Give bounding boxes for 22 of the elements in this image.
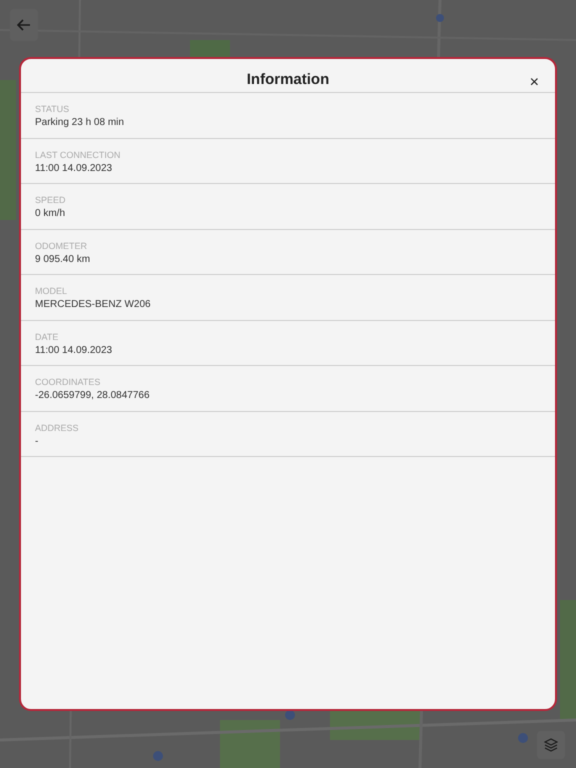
field-label: STATUS <box>35 103 70 115</box>
field-value: 0 km/h <box>35 207 66 221</box>
field-label: ADDRESS <box>35 422 80 434</box>
field-label: ODOMETER <box>35 240 88 252</box>
field-label: COORDINATES <box>35 376 102 388</box>
field-value: Parking 23 h 08 min <box>35 116 125 130</box>
field-label: MODEL <box>35 285 68 297</box>
back-arrow-icon <box>17 19 31 31</box>
field-value: 11:00 14.09.2023 <box>35 162 114 176</box>
field-value: - <box>35 434 40 448</box>
dialog-title: Information <box>246 70 330 90</box>
field-value: -26.0659799, 28.0847766 <box>35 389 151 403</box>
field-label: SPEED <box>35 194 67 206</box>
layers-button[interactable] <box>537 731 565 759</box>
field-label: DATE <box>35 330 60 342</box>
field-value: MERCEDES-BENZ W206 <box>35 298 152 312</box>
layers-icon <box>544 738 558 752</box>
close-button[interactable]: × <box>530 75 539 91</box>
back-button[interactable] <box>10 9 38 41</box>
field-value: 11:00 14.09.2023 <box>35 344 114 358</box>
field-value: 9 095.40 km <box>35 252 92 266</box>
field-label: LAST CONNECTION <box>35 148 122 160</box>
